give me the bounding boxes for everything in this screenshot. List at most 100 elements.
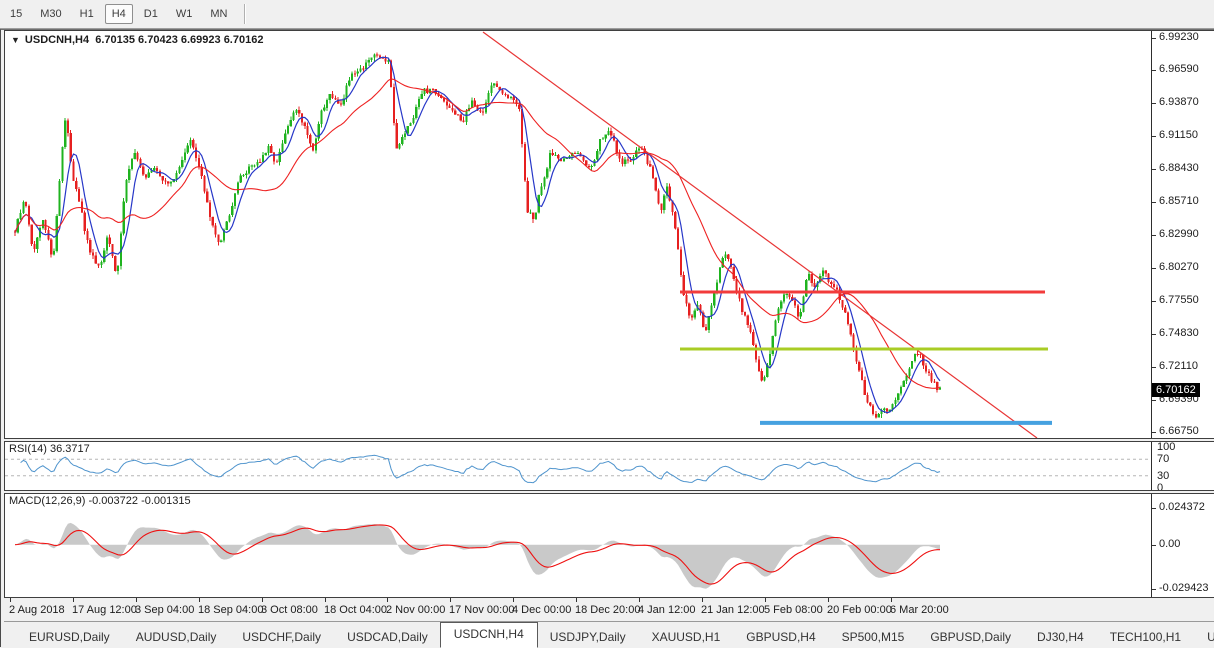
macd-histogram-chart bbox=[14, 522, 940, 589]
macd-axis: 0.024372 0.00 -0.029423 bbox=[1152, 494, 1214, 597]
price-axis-label: 6.82990 bbox=[1159, 228, 1199, 240]
date-tick bbox=[891, 598, 892, 602]
date-tick bbox=[450, 598, 451, 602]
timeframe-button-15[interactable]: 15 bbox=[3, 4, 29, 24]
price-tick bbox=[1152, 136, 1156, 137]
timeframe-button-w1[interactable]: W1 bbox=[169, 4, 200, 24]
rsi-axis-label: 100 bbox=[1157, 442, 1176, 453]
date-axis-label: 18 Oct 04:00 bbox=[324, 604, 387, 616]
rsi-axis: 100 70 30 0 bbox=[1152, 442, 1214, 490]
chart-window: ▼ USDCNH,H4 6.70135 6.70423 6.69923 6.701… bbox=[0, 29, 1214, 648]
price-tick bbox=[1152, 169, 1156, 170]
candlestick-chart bbox=[13, 31, 1052, 438]
tab-gbpusd-h4[interactable]: GBPUSD,H4 bbox=[733, 627, 828, 648]
timeframe-button-h1[interactable]: H1 bbox=[73, 4, 101, 24]
chart-dropdown-icon[interactable]: ▼ bbox=[11, 35, 20, 45]
rsi-plot[interactable]: RSI(14) 36.3717 bbox=[5, 442, 1152, 490]
date-tick bbox=[325, 598, 326, 602]
date-tick bbox=[828, 598, 829, 602]
date-axis-label: 3 Oct 08:00 bbox=[261, 604, 318, 616]
price-tick bbox=[1152, 432, 1156, 433]
price-axis-label: 6.72110 bbox=[1159, 360, 1198, 372]
chart-symbol: USDCNH,H4 bbox=[24, 34, 90, 46]
tab-usdcnh-h4[interactable]: USDCNH,H4 bbox=[439, 622, 538, 648]
price-axis: 6.99230 6.96590 6.93870 6.91150 6.88430 6.857… bbox=[1152, 31, 1214, 438]
date-tick bbox=[73, 598, 74, 602]
date-tick bbox=[136, 598, 137, 602]
date-tick bbox=[765, 598, 766, 602]
price-axis-label: 6.77550 bbox=[1159, 294, 1199, 306]
date-axis-label: 21 Jan 12:00 bbox=[701, 604, 765, 616]
rsi-line-chart bbox=[5, 454, 1151, 484]
macd-tick bbox=[1152, 545, 1156, 546]
date-axis-label: 4 Jan 12:00 bbox=[638, 604, 696, 616]
rsi-label: RSI(14) 36.3717 bbox=[9, 443, 90, 455]
price-axis-label: 6.85710 bbox=[1159, 195, 1199, 207]
price-chart-plot[interactable]: ▼ USDCNH,H4 6.70135 6.70423 6.69923 6.701… bbox=[5, 31, 1152, 438]
date-axis-label: 4 Dec 00:00 bbox=[512, 604, 572, 616]
tab-tech100-h1[interactable]: TECH100,H1 bbox=[1097, 627, 1194, 648]
date-axis-label: 6 Mar 20:00 bbox=[890, 604, 949, 616]
price-tick bbox=[1152, 70, 1156, 71]
tab-eurusd-daily[interactable]: EURUSD,Daily bbox=[16, 627, 123, 648]
symbol-tabbar: EURUSD,Daily AUDUSD,Daily USDCHF,Daily USDC… bbox=[4, 621, 1214, 648]
tab-gbpusd-daily[interactable]: GBPUSD,Daily bbox=[917, 627, 1024, 648]
date-axis: 2 Aug 2018 17 Aug 12:00 3 Sep 04:00 18 Sep … bbox=[4, 598, 1214, 621]
timeframe-button-d1[interactable]: D1 bbox=[137, 4, 165, 24]
macd-plot[interactable]: MACD(12,26,9) -0.003722 -0.001315 bbox=[5, 494, 1152, 597]
macd-axis-label: 0.00 bbox=[1159, 538, 1181, 550]
price-axis-label: 6.88430 bbox=[1159, 162, 1199, 174]
timeframe-button-h4[interactable]: H4 bbox=[104, 4, 133, 24]
price-axis-label: 6.96590 bbox=[1159, 63, 1199, 75]
tab-usdcad-daily[interactable]: USDCAD,Daily bbox=[334, 627, 441, 648]
date-axis-label: 18 Sep 04:00 bbox=[198, 604, 264, 616]
date-tick bbox=[387, 598, 388, 602]
date-axis-label: 2 Aug 2018 bbox=[9, 604, 65, 616]
date-tick bbox=[199, 598, 200, 602]
date-tick bbox=[262, 598, 263, 602]
date-tick bbox=[10, 598, 11, 602]
date-axis-label: 17 Nov 00:00 bbox=[449, 604, 515, 616]
price-tick bbox=[1152, 367, 1156, 368]
timeframe-button-m30[interactable]: M30 bbox=[33, 4, 68, 24]
date-axis-label: 17 Aug 12:00 bbox=[72, 604, 137, 616]
tab-ukc[interactable]: UKC bbox=[1194, 627, 1214, 648]
rsi-axis-label: 0 bbox=[1157, 482, 1164, 490]
tab-usdchf-daily[interactable]: USDCHF,Daily bbox=[229, 627, 334, 648]
date-axis-label: 18 Dec 20:00 bbox=[575, 604, 641, 616]
chart-ohlc-values: 6.70135 6.70423 6.69923 6.70162 bbox=[95, 34, 264, 46]
date-tick bbox=[513, 598, 514, 602]
price-tick bbox=[1152, 38, 1156, 39]
price-tick bbox=[1152, 202, 1156, 203]
rsi-axis-label: 70 bbox=[1157, 453, 1170, 465]
date-tick bbox=[639, 598, 640, 602]
toolbar-separator bbox=[244, 4, 246, 24]
tab-sp500-m15[interactable]: SP500,M15 bbox=[829, 627, 918, 648]
date-axis-label: 20 Feb 00:00 bbox=[827, 604, 892, 616]
tab-xauusd-h1[interactable]: XAUUSD,H1 bbox=[639, 627, 734, 648]
price-tick bbox=[1152, 268, 1156, 269]
price-tick bbox=[1152, 400, 1156, 401]
tab-usdjpy-daily[interactable]: USDJPY,Daily bbox=[537, 627, 639, 648]
chart-title: ▼ USDCNH,H4 6.70135 6.70423 6.69923 6.701… bbox=[11, 34, 263, 46]
price-tick bbox=[1152, 301, 1156, 302]
price-axis-label: 6.93870 bbox=[1159, 96, 1199, 108]
date-axis-label: 2 Nov 00:00 bbox=[386, 604, 446, 616]
tab-audusd-daily[interactable]: AUDUSD,Daily bbox=[123, 627, 230, 648]
timeframe-toolbar: 15 M30 H1 H4 D1 W1 MN bbox=[0, 0, 1214, 29]
macd-tick bbox=[1152, 508, 1156, 509]
date-tick bbox=[702, 598, 703, 602]
main-chart-panel: ▼ USDCNH,H4 6.70135 6.70423 6.69923 6.701… bbox=[4, 30, 1214, 439]
price-axis-label: 6.74830 bbox=[1159, 327, 1199, 339]
tab-dj30-h4[interactable]: DJ30,H4 bbox=[1024, 627, 1097, 648]
macd-label: MACD(12,26,9) -0.003722 -0.001315 bbox=[9, 495, 191, 507]
timeframe-button-mn[interactable]: MN bbox=[203, 4, 234, 24]
price-axis-label: 6.99230 bbox=[1159, 31, 1199, 43]
price-tick bbox=[1152, 103, 1156, 104]
date-axis-label: 5 Feb 08:00 bbox=[764, 604, 823, 616]
date-tick bbox=[576, 598, 577, 602]
macd-panel: MACD(12,26,9) -0.003722 -0.001315 0.0243… bbox=[4, 493, 1214, 598]
macd-axis-label: 0.024372 bbox=[1159, 501, 1205, 513]
current-price-tag: 6.70162 bbox=[1152, 383, 1200, 397]
rsi-panel: RSI(14) 36.3717 100 70 30 0 bbox=[4, 441, 1214, 491]
